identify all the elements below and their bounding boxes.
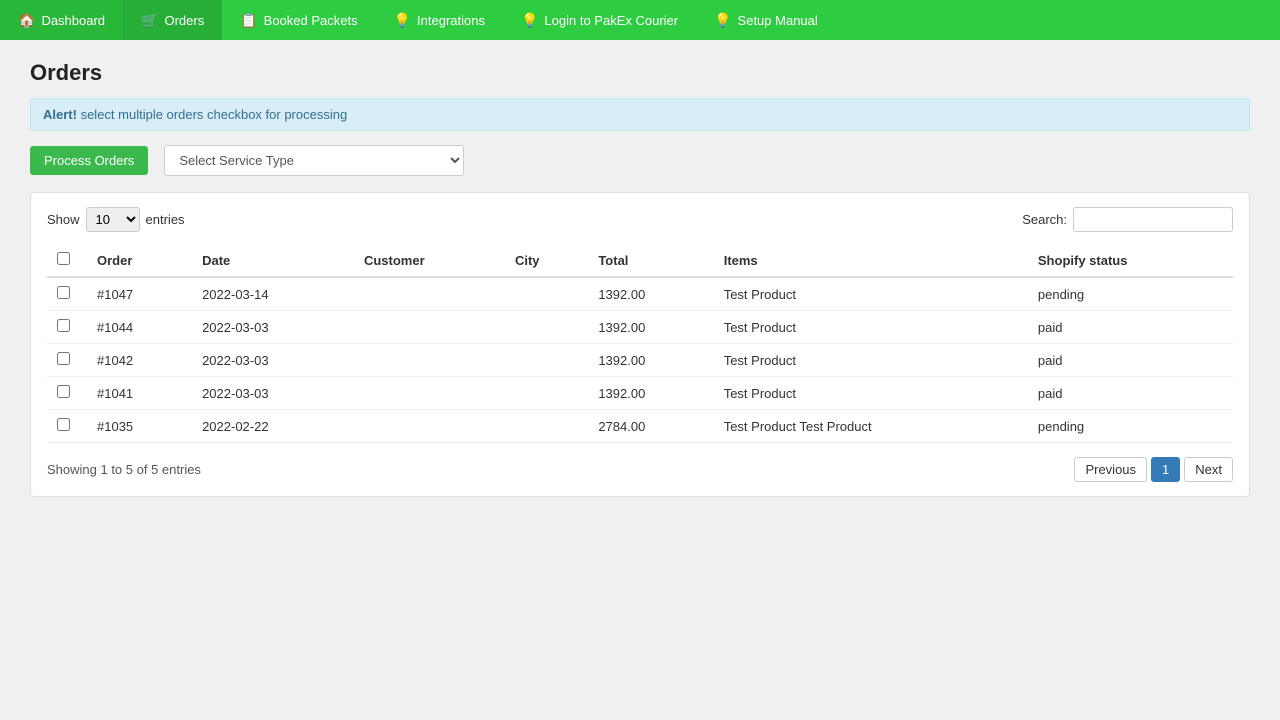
cell-status-1047: pending — [1028, 277, 1233, 311]
cell-customer-1042 — [354, 344, 505, 377]
cell-date-1047: 2022-03-14 — [192, 277, 354, 311]
entries-select[interactable]: 102550100 — [86, 207, 140, 232]
nav-icon-setup-manual: 💡 — [714, 12, 731, 29]
search-box: Search: — [1022, 207, 1233, 232]
toolbar: Process Orders Select Service Type — [30, 145, 1250, 176]
show-entries-control: Show 102550100 entries — [47, 207, 185, 232]
table-body: #10472022-03-141392.00Test Productpendin… — [47, 277, 1233, 443]
cell-city-1047 — [505, 277, 588, 311]
cell-customer-1044 — [354, 311, 505, 344]
nav-label-login-pakex: Login to PakEx Courier — [544, 13, 678, 28]
previous-page-button[interactable]: Previous — [1074, 457, 1147, 482]
nav-label-booked-packets: Booked Packets — [264, 13, 358, 28]
cell-total-1044: 1392.00 — [588, 311, 713, 344]
cell-date-1042: 2022-03-03 — [192, 344, 354, 377]
col-header-0 — [47, 244, 87, 277]
table-row: #10442022-03-03 1392.00Test Productpaid — [47, 311, 1233, 344]
cell-customer-1041 — [354, 377, 505, 410]
show-label: Show — [47, 212, 80, 227]
cell-city-1044 — [505, 311, 588, 344]
nav-icon-login-pakex: 💡 — [521, 12, 538, 29]
entries-label: entries — [146, 212, 185, 227]
page-title: Orders — [30, 60, 1250, 86]
nav-item-dashboard[interactable]: 🏠 Dashboard — [0, 0, 123, 40]
cell-city-1035 — [505, 410, 588, 443]
nav-item-setup-manual[interactable]: 💡 Setup Manual — [696, 0, 836, 40]
cell-city-1042 — [505, 344, 588, 377]
nav-item-booked-packets[interactable]: 📋 Booked Packets — [222, 0, 375, 40]
page-1-button[interactable]: 1 — [1151, 457, 1180, 482]
cell-date-1041: 2022-03-03 — [192, 377, 354, 410]
cell-items-1041: Test Product — [714, 377, 1028, 410]
col-header-6: Items — [714, 244, 1028, 277]
alert-bar: Alert! select multiple orders checkbox f… — [30, 98, 1250, 131]
nav-icon-integrations: 💡 — [394, 12, 411, 29]
cell-items-1044: Test Product — [714, 311, 1028, 344]
orders-table-wrapper: Show 102550100 entries Search: OrderDate… — [30, 192, 1250, 497]
table-row: #10472022-03-14 1392.00Test Productpendin… — [47, 277, 1233, 311]
service-type-select[interactable]: Select Service Type — [164, 145, 464, 176]
next-page-button[interactable]: Next — [1184, 457, 1233, 482]
row-checkbox-1042[interactable] — [57, 352, 70, 365]
row-checkbox-1047[interactable] — [57, 286, 70, 299]
header-row: OrderDateCustomerCityTotalItemsShopify s… — [47, 244, 1233, 277]
nav-icon-dashboard: 🏠 — [18, 12, 35, 29]
cell-items-1035: Test Product Test Product — [714, 410, 1028, 443]
cell-order-1042: #1042 — [87, 344, 192, 377]
nav-label-integrations: Integrations — [417, 13, 485, 28]
cell-total-1041: 1392.00 — [588, 377, 713, 410]
cell-total-1035: 2784.00 — [588, 410, 713, 443]
cell-date-1044: 2022-03-03 — [192, 311, 354, 344]
cell-order-1041: #1041 — [87, 377, 192, 410]
cell-order-1044: #1044 — [87, 311, 192, 344]
cell-items-1047: Test Product — [714, 277, 1028, 311]
nav-label-setup-manual: Setup Manual — [738, 13, 818, 28]
nav-item-login-pakex[interactable]: 💡 Login to PakEx Courier — [503, 0, 696, 40]
nav-label-dashboard: Dashboard — [41, 13, 105, 28]
cell-status-1042: paid — [1028, 344, 1233, 377]
table-header: OrderDateCustomerCityTotalItemsShopify s… — [47, 244, 1233, 277]
col-header-5: Total — [588, 244, 713, 277]
cell-city-1041 — [505, 377, 588, 410]
alert-prefix: Alert! — [43, 107, 77, 122]
row-checkbox-1044[interactable] — [57, 319, 70, 332]
row-checkbox-1041[interactable] — [57, 385, 70, 398]
pagination: Previous 1 Next — [1074, 457, 1233, 482]
table-controls: Show 102550100 entries Search: — [47, 207, 1233, 232]
nav-item-integrations[interactable]: 💡 Integrations — [376, 0, 503, 40]
col-header-1: Order — [87, 244, 192, 277]
cell-items-1042: Test Product — [714, 344, 1028, 377]
cell-order-1035: #1035 — [87, 410, 192, 443]
table-row: #10412022-03-03 1392.00Test Productpaid — [47, 377, 1233, 410]
cell-date-1035: 2022-02-22 — [192, 410, 354, 443]
cell-status-1041: paid — [1028, 377, 1233, 410]
nav-label-orders: Orders — [164, 13, 204, 28]
process-orders-button[interactable]: Process Orders — [30, 146, 148, 175]
cell-total-1042: 1392.00 — [588, 344, 713, 377]
select-all-checkbox[interactable] — [57, 252, 70, 265]
table-row: #10352022-02-22 2784.00Test Product Test … — [47, 410, 1233, 443]
cell-customer-1035 — [354, 410, 505, 443]
col-header-7: Shopify status — [1028, 244, 1233, 277]
showing-text: Showing 1 to 5 of 5 entries — [47, 462, 201, 477]
main-nav: 🏠 Dashboard 🛒 Orders 📋 Booked Packets 💡 Integra… — [0, 0, 1280, 40]
cell-total-1047: 1392.00 — [588, 277, 713, 311]
search-input[interactable] — [1073, 207, 1233, 232]
cell-customer-1047 — [354, 277, 505, 311]
col-header-3: Customer — [354, 244, 505, 277]
table-footer: Showing 1 to 5 of 5 entries Previous 1 N… — [47, 457, 1233, 482]
table-row: #10422022-03-03 1392.00Test Productpaid — [47, 344, 1233, 377]
cell-order-1047: #1047 — [87, 277, 192, 311]
row-checkbox-1035[interactable] — [57, 418, 70, 431]
search-label: Search: — [1022, 212, 1067, 227]
cell-status-1035: pending — [1028, 410, 1233, 443]
col-header-4: City — [505, 244, 588, 277]
alert-message: select multiple orders checkbox for proc… — [81, 107, 348, 122]
nav-icon-orders: 🛒 — [141, 12, 158, 29]
orders-table: OrderDateCustomerCityTotalItemsShopify s… — [47, 244, 1233, 443]
nav-icon-booked-packets: 📋 — [240, 12, 257, 29]
cell-status-1044: paid — [1028, 311, 1233, 344]
nav-item-orders[interactable]: 🛒 Orders — [123, 0, 222, 40]
col-header-2: Date — [192, 244, 354, 277]
